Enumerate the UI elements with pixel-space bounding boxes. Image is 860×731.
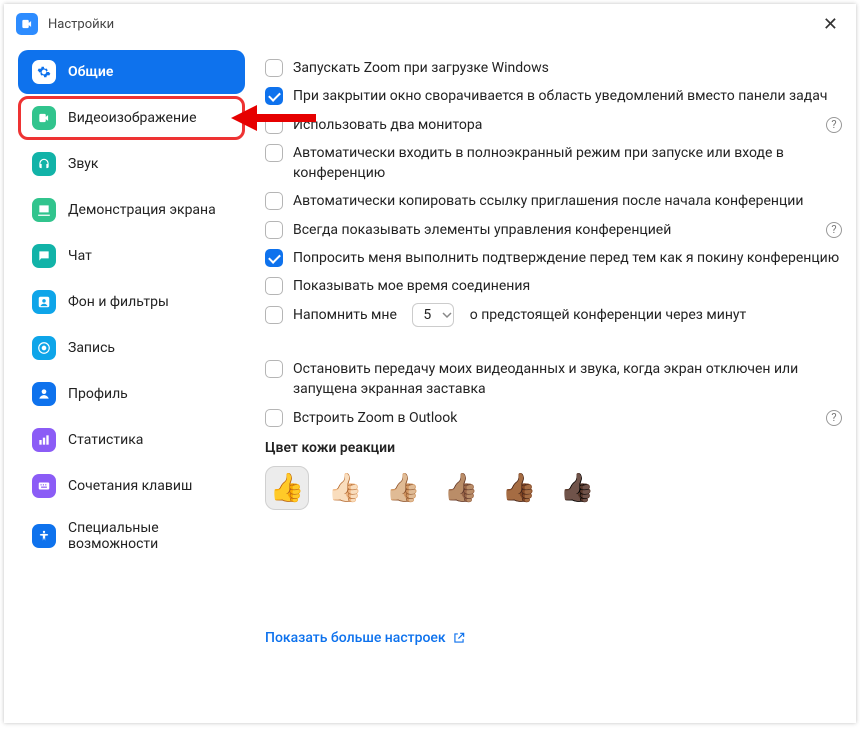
statistics-icon — [32, 428, 56, 452]
option-dual-monitors[interactable]: Использовать два монитора ? — [265, 115, 842, 135]
help-icon[interactable]: ? — [826, 117, 842, 133]
sidebar-item-label: Фон и фильтры — [68, 294, 169, 310]
video-icon — [32, 106, 56, 130]
close-button[interactable]: ✕ — [817, 14, 844, 35]
chevron-down-icon — [442, 310, 452, 320]
checkbox[interactable] — [265, 277, 283, 295]
sidebar-item-label: Общие — [68, 64, 113, 80]
option-label: Автоматически входить в полноэкранный ре… — [293, 143, 842, 184]
window-title: Настройки — [48, 17, 817, 32]
background-icon — [32, 290, 56, 314]
sidebar-item-label: Демонстрация экрана — [68, 202, 216, 218]
profile-icon — [32, 382, 56, 406]
sidebar-item-background[interactable]: Фон и фильтры — [18, 280, 245, 324]
sidebar: Общие Видеоизображение Звук — [4, 44, 259, 723]
sidebar-item-label: Звук — [68, 156, 98, 172]
checkbox[interactable] — [265, 116, 283, 134]
option-label: Всегда показывать элементы управления ко… — [293, 220, 812, 240]
checkbox[interactable] — [265, 87, 283, 105]
gear-icon — [32, 60, 56, 84]
option-label: Показывать мое время соединения — [293, 276, 842, 296]
sidebar-item-chat[interactable]: Чат — [18, 234, 245, 278]
chat-icon — [32, 244, 56, 268]
option-always-show-controls[interactable]: Всегда показывать элементы управления ко… — [265, 220, 842, 240]
option-outlook[interactable]: Встроить Zoom в Outlook ? — [265, 408, 842, 428]
checkbox[interactable] — [265, 221, 283, 239]
sidebar-item-label: Специальные возможности — [68, 520, 231, 552]
sidebar-item-profile[interactable]: Профиль — [18, 372, 245, 416]
accessibility-icon — [32, 524, 56, 548]
zoom-app-icon — [16, 13, 38, 35]
checkbox[interactable] — [265, 192, 283, 210]
option-label: Использовать два монитора — [293, 115, 812, 135]
sidebar-item-general[interactable]: Общие — [18, 50, 245, 94]
more-settings-link[interactable]: Показать больше настроек — [265, 630, 466, 646]
checkbox[interactable] — [265, 306, 283, 324]
option-start-on-windows[interactable]: Запускать Zoom при загрузке Windows — [265, 58, 842, 78]
option-auto-copy-invite[interactable]: Автоматически копировать ссылку приглаше… — [265, 191, 842, 211]
option-label: При закрытии окно сворачивается в област… — [293, 86, 842, 106]
sidebar-item-recording[interactable]: Запись — [18, 326, 245, 370]
skin-tone-option[interactable]: 👍🏾 — [497, 466, 541, 510]
option-label: Попросить меня выполнить подтверждение п… — [293, 248, 842, 268]
sidebar-item-label: Статистика — [68, 432, 143, 448]
help-icon[interactable]: ? — [826, 222, 842, 238]
option-stop-av-on-lock[interactable]: Остановить передачу моих видеоданных и з… — [265, 359, 842, 400]
checkbox[interactable] — [265, 144, 283, 162]
option-confirm-leave[interactable]: Попросить меня выполнить подтверждение п… — [265, 248, 842, 268]
skin-tone-title: Цвет кожи реакции — [265, 440, 842, 456]
skin-tone-option[interactable]: 👍🏽 — [439, 466, 483, 510]
sidebar-item-audio[interactable]: Звук — [18, 142, 245, 186]
checkbox[interactable] — [265, 409, 283, 427]
sidebar-item-video[interactable]: Видеоизображение — [18, 96, 245, 140]
option-remind[interactable]: Напомнить мне 5 о предстоящей конференци… — [265, 305, 842, 325]
option-label: Напомнить мне 5 о предстоящей конференци… — [293, 305, 842, 325]
sidebar-item-label: Сочетания клавиш — [68, 478, 192, 494]
skin-tone-option[interactable]: 👍🏿 — [555, 466, 599, 510]
settings-panel: Запускать Zoom при загрузке Windows При … — [259, 44, 856, 723]
help-icon[interactable]: ? — [826, 410, 842, 426]
option-label: Автоматически копировать ссылку приглаше… — [293, 191, 842, 211]
sidebar-item-accessibility[interactable]: Специальные возможности — [18, 510, 245, 562]
sidebar-item-label: Запись — [68, 340, 115, 356]
titlebar: Настройки ✕ — [4, 4, 856, 44]
option-minimize-to-tray[interactable]: При закрытии окно сворачивается в област… — [265, 86, 842, 106]
sidebar-item-statistics[interactable]: Статистика — [18, 418, 245, 462]
skin-tone-option[interactable]: 👍 — [265, 466, 309, 510]
skin-tone-row: 👍 👍🏻 👍🏼 👍🏽 👍🏾 👍🏿 — [265, 466, 842, 510]
sidebar-item-label: Профиль — [68, 386, 128, 402]
sidebar-item-shortcuts[interactable]: Сочетания клавиш — [18, 464, 245, 508]
sidebar-item-share-screen[interactable]: Демонстрация экрана — [18, 188, 245, 232]
option-label: Встроить Zoom в Outlook — [293, 408, 812, 428]
option-auto-fullscreen[interactable]: Автоматически входить в полноэкранный ре… — [265, 143, 842, 184]
record-icon — [32, 336, 56, 360]
checkbox[interactable] — [265, 249, 283, 267]
external-link-icon — [452, 631, 466, 645]
settings-window: Настройки ✕ Общие Видеоизображение — [4, 4, 856, 723]
checkbox[interactable] — [265, 59, 283, 77]
headphones-icon — [32, 152, 56, 176]
skin-tone-option[interactable]: 👍🏼 — [381, 466, 425, 510]
sidebar-item-label: Видеоизображение — [68, 110, 197, 126]
option-show-connect-time[interactable]: Показывать мое время соединения — [265, 276, 842, 296]
option-label: Запускать Zoom при загрузке Windows — [293, 58, 842, 78]
share-screen-icon — [32, 198, 56, 222]
sidebar-item-label: Чат — [68, 248, 92, 264]
skin-tone-option[interactable]: 👍🏻 — [323, 466, 367, 510]
checkbox[interactable] — [265, 360, 283, 378]
keyboard-icon — [32, 474, 56, 498]
option-label: Остановить передачу моих видеоданных и з… — [293, 359, 842, 400]
